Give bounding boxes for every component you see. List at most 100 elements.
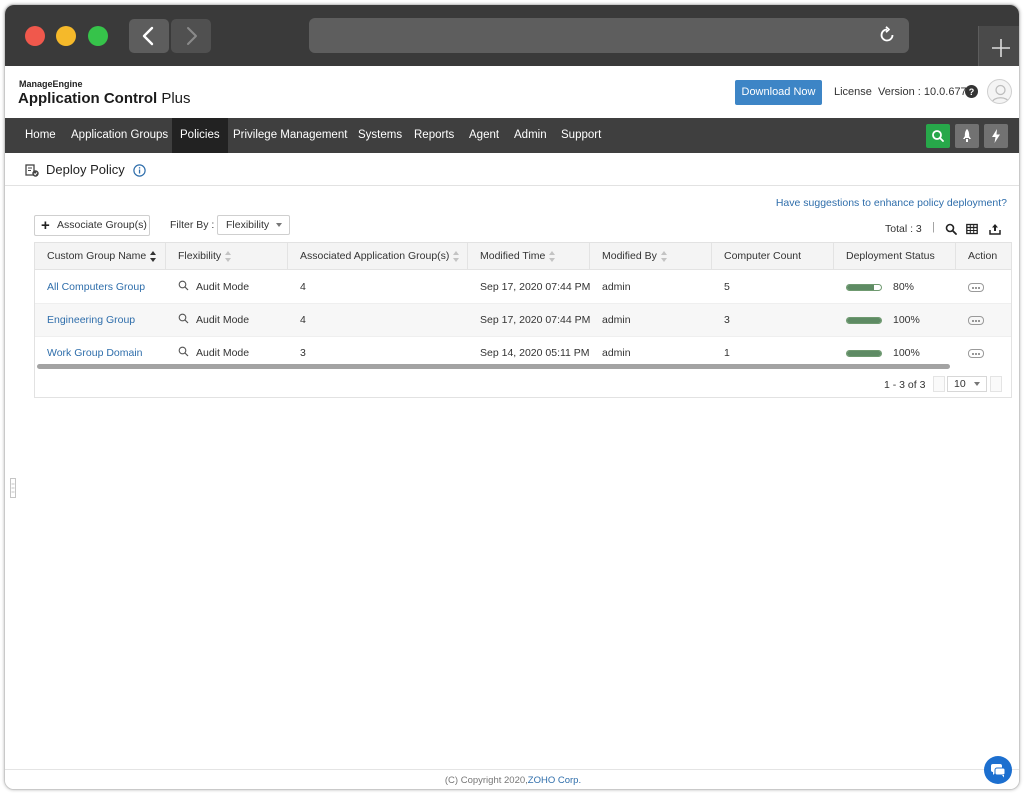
column-title: Computer Count <box>724 250 802 262</box>
search-icon <box>932 130 944 142</box>
footer: (C) Copyright 2020,ZOHO Corp. <box>5 769 1019 789</box>
filter-by-value: Flexibility <box>226 219 270 231</box>
flexibility-value: Audit Mode <box>196 314 250 326</box>
page-size-value: 10 <box>954 378 966 390</box>
deployment-percent: 80% <box>893 281 915 293</box>
back-button[interactable] <box>129 19 169 53</box>
flexibility-cell: Audit Mode <box>166 271 249 304</box>
associate-groups-label: Associate Group(s) <box>57 219 147 231</box>
column-header-associated-application-groups[interactable]: Associated Application Group(s) <box>288 243 468 270</box>
main-navigation: Home Application Groups Policies Privile… <box>5 118 1019 153</box>
modified-by: admin <box>602 281 631 293</box>
info-icon[interactable] <box>133 164 146 177</box>
back-arrow-icon <box>142 26 154 46</box>
new-tab-button[interactable] <box>978 26 1019 66</box>
app-header: ManageEngine Application Control Plus Do… <box>5 66 1019 118</box>
column-header-modified-time[interactable]: Modified Time <box>468 243 590 270</box>
sort-icon <box>225 250 232 262</box>
filter-by-select[interactable]: Flexibility <box>217 215 290 235</box>
nav-item-admin[interactable]: Admin <box>506 118 555 153</box>
nav-item-privilege-management[interactable]: Privilege Management <box>225 118 355 153</box>
chat-button[interactable] <box>984 756 1012 784</box>
sort-icon <box>660 250 668 262</box>
associate-groups-button[interactable]: + Associate Group(s) <box>34 215 150 236</box>
deployment-progress-bar <box>846 284 882 291</box>
next-page-button[interactable] <box>990 376 1002 392</box>
column-header-custom-group-name[interactable]: Custom Group Name <box>35 243 166 270</box>
table-header: Custom Group Name Flexibility Associated… <box>35 243 1011 270</box>
avatar[interactable] <box>987 79 1012 104</box>
suggestion-link[interactable]: Have suggestions to enhance policy deplo… <box>776 197 1007 209</box>
modified-time: Sep 17, 2020 07:44 PM <box>480 314 591 326</box>
nav-item-reports[interactable]: Reports <box>406 118 462 153</box>
deployment-progress-fill <box>847 318 881 323</box>
nav-item-support[interactable]: Support <box>553 118 609 153</box>
column-title: Action <box>968 250 998 262</box>
more-options-icon[interactable] <box>968 349 984 358</box>
drag-handle-icon[interactable] <box>10 478 16 498</box>
app-groups-count: 4 <box>300 281 306 293</box>
horizontal-scrollbar[interactable] <box>37 364 950 369</box>
forward-button[interactable] <box>171 19 211 53</box>
magnifier-icon <box>178 346 189 357</box>
sort-icon <box>150 250 157 262</box>
policy-table: Custom Group Name Flexibility Associated… <box>34 242 1012 398</box>
magnifier-icon <box>178 313 189 324</box>
total-count: Total : 3 <box>885 223 922 235</box>
nav-item-systems[interactable]: Systems <box>350 118 410 153</box>
minimize-window-button[interactable] <box>56 26 76 46</box>
column-title: Flexibility <box>178 250 222 262</box>
page-title: Deploy Policy <box>46 162 125 177</box>
previous-page-button[interactable] <box>933 376 945 392</box>
nav-item-home[interactable]: Home <box>17 118 64 153</box>
nav-item-application-groups[interactable]: Application Groups <box>63 118 176 153</box>
table-search-icon[interactable] <box>945 223 957 235</box>
export-icon[interactable] <box>989 223 1001 235</box>
column-title: Custom Group Name <box>47 250 147 262</box>
new-tab-plus-icon <box>992 39 1010 57</box>
nav-item-agent[interactable]: Agent <box>461 118 507 153</box>
quick-launch-button[interactable] <box>955 124 979 148</box>
page-size-select[interactable]: 10 <box>947 376 987 392</box>
flexibility-value: Audit Mode <box>196 281 250 293</box>
column-title: Associated Application Group(s) <box>300 250 450 262</box>
global-search-button[interactable] <box>926 124 950 148</box>
table-row: All Computers Group Audit Mode 4 Sep 17,… <box>35 271 1011 304</box>
company-link[interactable]: ZOHO Corp. <box>528 775 581 786</box>
address-bar[interactable] <box>309 18 909 53</box>
chat-icon <box>991 764 1006 778</box>
more-options-icon[interactable] <box>968 316 984 325</box>
filter-by-label: Filter By : <box>170 219 215 231</box>
computer-count: 3 <box>724 314 730 326</box>
column-header-deployment-status[interactable]: Deployment Status <box>834 243 956 270</box>
forward-arrow-icon <box>187 27 197 45</box>
deployment-progress-bar <box>846 317 882 324</box>
column-header-modified-by[interactable]: Modified By <box>590 243 712 270</box>
more-options-icon[interactable] <box>968 283 984 292</box>
browser-chrome <box>5 5 1019 66</box>
plus-icon: + <box>41 217 50 234</box>
version-label: Version : 10.0.677 <box>878 86 967 98</box>
help-icon[interactable]: ? <box>965 85 978 98</box>
nav-item-policies[interactable]: Policies <box>172 118 228 153</box>
toolbar-divider: | <box>932 221 935 233</box>
download-now-button[interactable]: Download Now <box>735 80 822 105</box>
quick-actions-button[interactable] <box>984 124 1008 148</box>
browser-window: ManageEngine Application Control Plus Do… <box>4 4 1020 790</box>
license-link[interactable]: License <box>834 86 872 98</box>
deploy-policy-icon <box>25 164 39 177</box>
group-name-link[interactable]: All Computers Group <box>35 271 145 304</box>
close-window-button[interactable] <box>25 26 45 46</box>
column-chooser-icon[interactable] <box>966 223 978 235</box>
flexibility-cell: Audit Mode <box>166 304 249 337</box>
avatar-icon <box>991 84 1010 103</box>
group-name-link[interactable]: Engineering Group <box>35 304 135 337</box>
maximize-window-button[interactable] <box>88 26 108 46</box>
deployment-status: 80% <box>834 271 956 304</box>
column-header-computer-count[interactable]: Computer Count <box>712 243 834 270</box>
magnifier-icon <box>178 280 189 291</box>
reload-icon[interactable] <box>877 25 897 45</box>
pagination-range: 1 - 3 of 3 <box>884 379 926 391</box>
deployment-progress-fill <box>847 285 875 290</box>
column-header-flexibility[interactable]: Flexibility <box>166 243 288 270</box>
